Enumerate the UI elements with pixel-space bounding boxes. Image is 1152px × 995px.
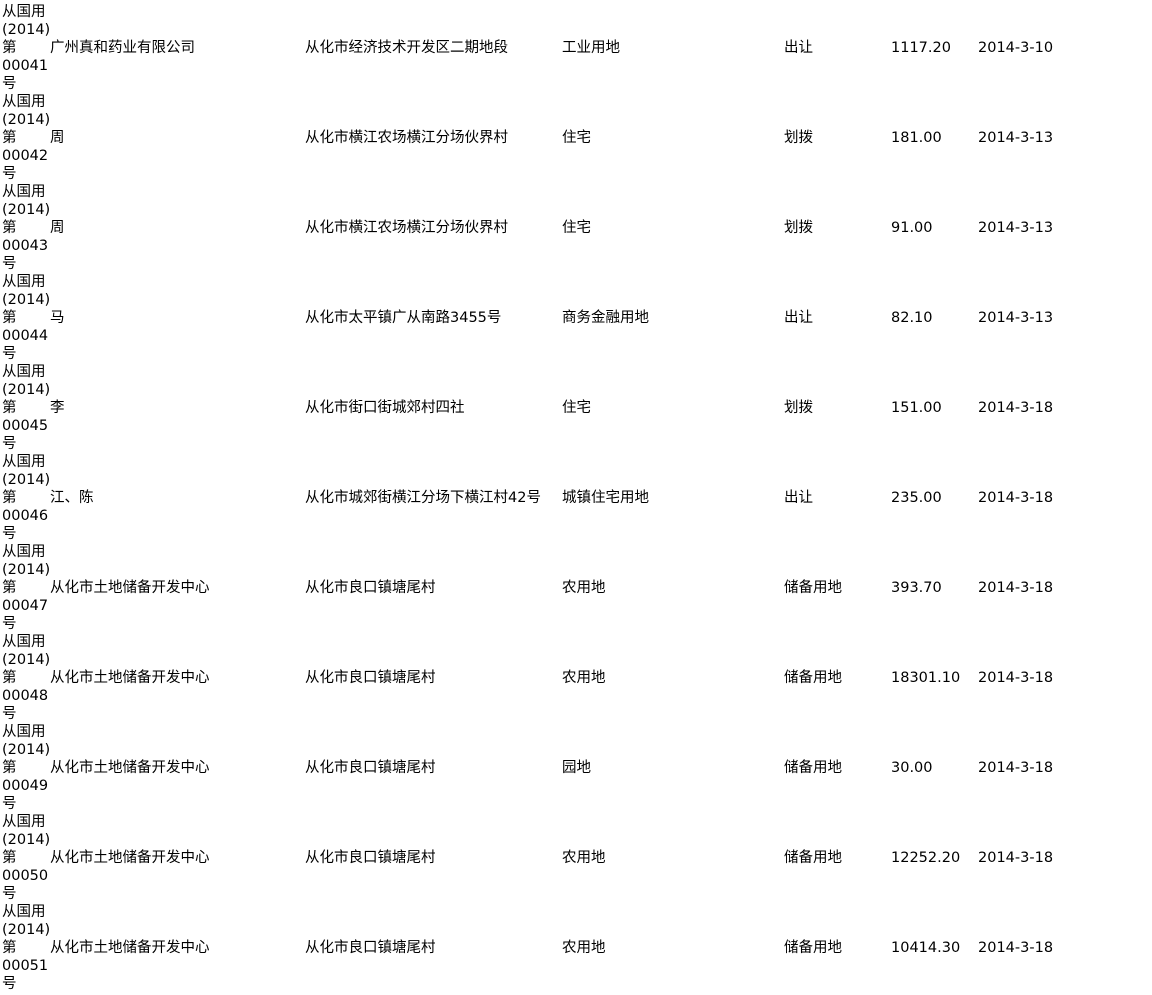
certificate-number: 从国用 (2014) 第 00047 号 — [2, 544, 51, 632]
certificate-number: 从国用 (2014) 第 00043 号 — [2, 184, 51, 272]
land-location: 从化市良口镇塘尾村 — [305, 850, 436, 866]
registration-date: 2014-3-18 — [978, 850, 1054, 866]
registration-date: 2014-3-10 — [978, 40, 1054, 56]
land-location: 从化市城郊街横江分场下横江村42号 — [305, 490, 541, 506]
use-right-type: 划拨 — [784, 400, 813, 416]
certificate-number: 从国用 (2014) 第 00044 号 — [2, 274, 51, 362]
land-holder: 从化市土地储备开发中心 — [50, 940, 210, 956]
land-location: 从化市横江农场横江分场伙界村 — [305, 220, 508, 236]
land-area: 82.10 — [891, 310, 933, 326]
table-row: 从国用 (2014) 第 00047 号 从化市土地储备开发中心 从化市良口镇塘… — [0, 540, 1152, 632]
certificate-number: 从国用 (2014) 第 00045 号 — [2, 364, 51, 452]
land-area: 30.00 — [891, 760, 933, 776]
land-use: 农用地 — [562, 670, 606, 686]
land-area: 151.00 — [891, 400, 942, 416]
table-row: 从国用 (2014) 第 00044 号 马 从化市太平镇广从南路3455号 商… — [0, 270, 1152, 362]
land-holder: 马 — [50, 310, 65, 326]
land-area: 181.00 — [891, 130, 942, 146]
use-right-type: 出让 — [784, 310, 813, 326]
certificate-number: 从国用 (2014) 第 00050 号 — [2, 814, 51, 902]
registration-date: 2014-3-18 — [978, 940, 1054, 956]
registration-date: 2014-3-13 — [978, 310, 1054, 326]
land-use: 商务金融用地 — [562, 310, 649, 326]
certificate-number: 从国用 (2014) 第 00041 号 — [2, 4, 51, 92]
land-area: 18301.10 — [891, 670, 961, 686]
use-right-type: 储备用地 — [784, 760, 842, 776]
land-use: 住宅 — [562, 400, 591, 416]
land-area: 10414.30 — [891, 940, 961, 956]
table-row: 从国用 (2014) 第 00041 号 广州真和药业有限公司 从化市经济技术开… — [0, 0, 1152, 92]
certificate-number: 从国用 (2014) 第 00046 号 — [2, 454, 51, 542]
land-location: 从化市良口镇塘尾村 — [305, 760, 436, 776]
registration-date: 2014-3-18 — [978, 490, 1054, 506]
use-right-type: 出让 — [784, 40, 813, 56]
use-right-type: 划拨 — [784, 220, 813, 236]
land-holder: 从化市土地储备开发中心 — [50, 670, 210, 686]
certificate-number: 从国用 (2014) 第 00042 号 — [2, 94, 51, 182]
table-row: 从国用 (2014) 第 00049 号 从化市土地储备开发中心 从化市良口镇塘… — [0, 720, 1152, 812]
land-area: 393.70 — [891, 580, 942, 596]
land-use: 农用地 — [562, 580, 606, 596]
land-area: 91.00 — [891, 220, 933, 236]
land-holder: 从化市土地储备开发中心 — [50, 850, 210, 866]
land-location: 从化市街口街城郊村四社 — [305, 400, 465, 416]
land-use: 住宅 — [562, 220, 591, 236]
land-use: 农用地 — [562, 940, 606, 956]
use-right-type: 划拨 — [784, 130, 813, 146]
land-location: 从化市良口镇塘尾村 — [305, 580, 436, 596]
land-area: 12252.20 — [891, 850, 961, 866]
certificate-number: 从国用 (2014) 第 00048 号 — [2, 634, 51, 722]
land-use: 城镇住宅用地 — [562, 490, 649, 506]
table-row: 从国用 (2014) 第 00051 号 从化市土地储备开发中心 从化市良口镇塘… — [0, 900, 1152, 992]
land-holder: 江、陈 — [50, 490, 94, 506]
table-row: 从国用 (2014) 第 00042 号 周 从化市横江农场横江分场伙界村 住宅… — [0, 90, 1152, 182]
land-use: 住宅 — [562, 130, 591, 146]
registration-date: 2014-3-18 — [978, 760, 1054, 776]
land-holder: 周 — [50, 130, 65, 146]
certificate-number: 从国用 (2014) 第 00049 号 — [2, 724, 51, 812]
registration-date: 2014-3-13 — [978, 130, 1054, 146]
registration-date: 2014-3-18 — [978, 670, 1054, 686]
land-location: 从化市良口镇塘尾村 — [305, 670, 436, 686]
land-holder: 从化市土地储备开发中心 — [50, 760, 210, 776]
certificate-number: 从国用 (2014) 第 00051 号 — [2, 904, 51, 992]
use-right-type: 储备用地 — [784, 580, 842, 596]
land-holder: 李 — [50, 400, 65, 416]
land-location: 从化市横江农场横江分场伙界村 — [305, 130, 508, 146]
land-holder: 从化市土地储备开发中心 — [50, 580, 210, 596]
land-use: 园地 — [562, 760, 591, 776]
table-row: 从国用 (2014) 第 00046 号 江、陈 从化市城郊街横江分场下横江村4… — [0, 450, 1152, 542]
land-location: 从化市良口镇塘尾村 — [305, 940, 436, 956]
land-area: 1117.20 — [891, 40, 951, 56]
land-holder: 周 — [50, 220, 65, 236]
registration-date: 2014-3-18 — [978, 580, 1054, 596]
use-right-type: 储备用地 — [784, 850, 842, 866]
land-certificate-table: 从国用 (2014) 第 00041 号 广州真和药业有限公司 从化市经济技术开… — [0, 0, 1152, 992]
table-row: 从国用 (2014) 第 00045 号 李 从化市街口街城郊村四社 住宅 划拨… — [0, 360, 1152, 452]
table-row: 从国用 (2014) 第 00043 号 周 从化市横江农场横江分场伙界村 住宅… — [0, 180, 1152, 272]
land-use: 农用地 — [562, 850, 606, 866]
use-right-type: 出让 — [784, 490, 813, 506]
table-row: 从国用 (2014) 第 00050 号 从化市土地储备开发中心 从化市良口镇塘… — [0, 810, 1152, 902]
use-right-type: 储备用地 — [784, 670, 842, 686]
table-row: 从国用 (2014) 第 00048 号 从化市土地储备开发中心 从化市良口镇塘… — [0, 630, 1152, 722]
registration-date: 2014-3-13 — [978, 220, 1054, 236]
land-area: 235.00 — [891, 490, 942, 506]
use-right-type: 储备用地 — [784, 940, 842, 956]
land-location: 从化市经济技术开发区二期地段 — [305, 40, 508, 56]
land-location: 从化市太平镇广从南路3455号 — [305, 310, 502, 326]
land-holder: 广州真和药业有限公司 — [50, 40, 195, 56]
registration-date: 2014-3-18 — [978, 400, 1054, 416]
land-use: 工业用地 — [562, 40, 620, 56]
